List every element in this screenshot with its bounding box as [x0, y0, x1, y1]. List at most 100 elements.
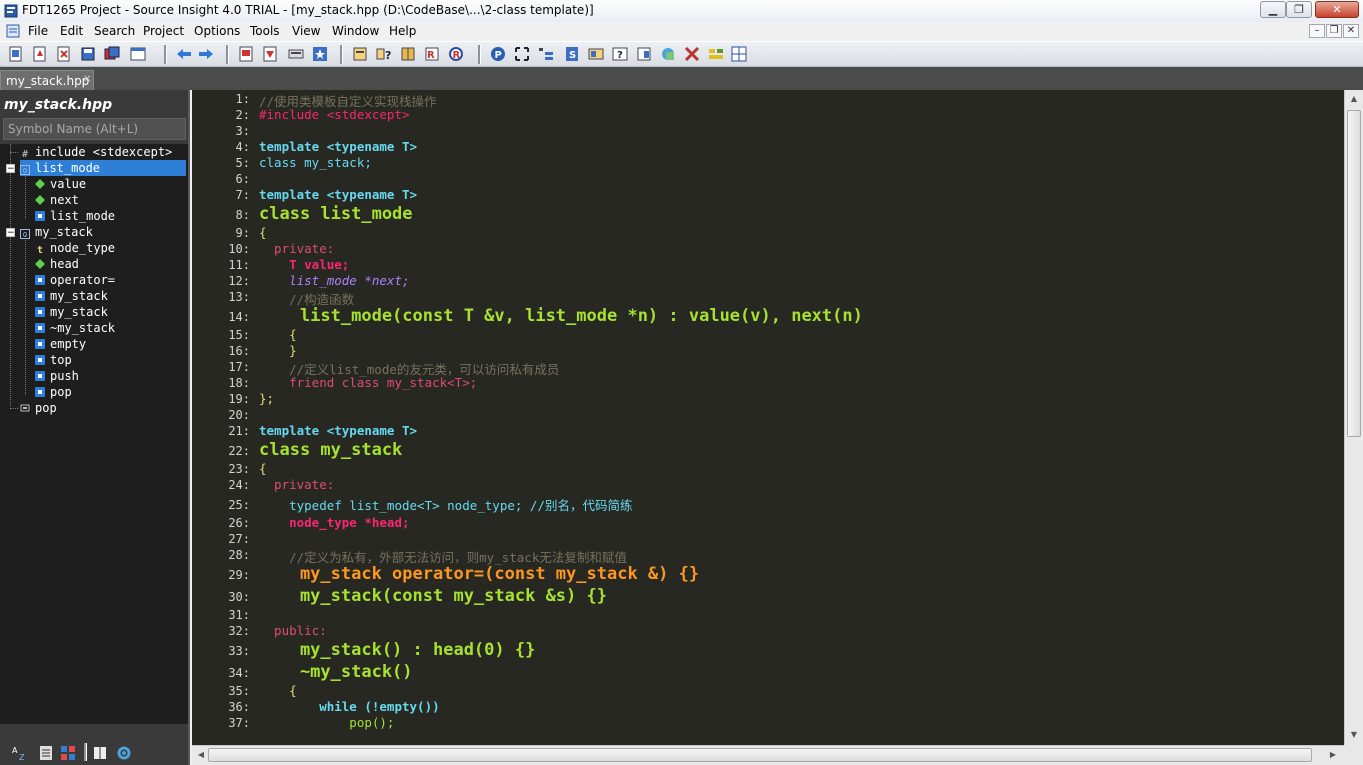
outline-icon[interactable]	[538, 46, 554, 62]
reference-icon[interactable]: R	[424, 46, 440, 62]
symbol-item[interactable]: operator=	[35, 272, 115, 288]
symbol-item[interactable]: value	[35, 176, 86, 192]
scroll-left-icon[interactable]: ◀	[194, 748, 208, 762]
line-number: 9:	[235, 226, 250, 240]
keyboard-icon[interactable]	[288, 46, 304, 62]
browse-icon[interactable]	[660, 46, 676, 62]
menu-tools[interactable]: Tools	[250, 24, 280, 38]
save-all-icon[interactable]	[104, 46, 120, 62]
vertical-scrollbar[interactable]: ▲ ▼	[1344, 90, 1363, 745]
symbol-item[interactable]: ~my_stack	[35, 320, 115, 336]
symbol-item[interactable]: next	[35, 192, 79, 208]
menu-window[interactable]: Window	[332, 24, 379, 38]
bookmark-icon[interactable]	[238, 46, 254, 62]
mdi-close-button[interactable]: ✕	[1343, 24, 1359, 38]
line-number: 21:	[228, 424, 250, 438]
menu-help[interactable]: Help	[389, 24, 416, 38]
window-list-icon[interactable]	[130, 46, 146, 62]
project-icon[interactable]: P	[490, 46, 506, 62]
symbol-item[interactable]: push	[35, 368, 79, 384]
symbol-item-selected[interactable]: Olist_mode	[20, 160, 186, 176]
grid-icon[interactable]	[731, 46, 747, 62]
jump-icon[interactable]	[262, 46, 278, 62]
context-icon[interactable]	[588, 46, 604, 62]
app-icon	[4, 4, 18, 18]
forward-arrow-icon[interactable]	[198, 46, 214, 62]
symbol-item[interactable]: t node_type	[35, 240, 115, 256]
tab-my-stack-hpp[interactable]: my_stack.hpp ✕	[0, 70, 94, 90]
symbol-item[interactable]: pop	[20, 400, 57, 416]
crossref-icon[interactable]	[684, 46, 700, 62]
menu-edit[interactable]: Edit	[60, 24, 83, 38]
scroll-down-icon[interactable]: ▼	[1347, 728, 1361, 742]
member-diamond-icon	[35, 179, 45, 189]
collapse-toggle[interactable]: −	[6, 164, 15, 174]
menu-search[interactable]: Search	[94, 24, 135, 38]
relation-icon[interactable]: R	[448, 46, 464, 62]
code-line-typedef: typedef list_mode<T> node_type; //别名，代码简…	[259, 498, 633, 513]
symbol-item[interactable]: my_stack	[35, 288, 108, 304]
minimize-button[interactable]: ▁	[1260, 1, 1286, 18]
lookup-icon[interactable]	[352, 46, 368, 62]
new-file-icon[interactable]	[8, 46, 24, 62]
function-icon	[20, 403, 30, 413]
open-file-icon[interactable]	[32, 46, 48, 62]
menu-file[interactable]: File	[28, 24, 48, 38]
symbol-window-icon[interactable]: S	[564, 46, 580, 62]
collapse-toggle[interactable]: −	[6, 228, 15, 238]
line-number: 30:	[228, 590, 250, 604]
gear-icon[interactable]	[116, 745, 132, 761]
horizontal-scroll-thumb[interactable]	[208, 748, 1312, 762]
scroll-right-icon[interactable]: ▶	[1326, 748, 1340, 762]
sort-alpha-icon[interactable]: AZ	[12, 745, 28, 761]
line-number: 2:	[235, 108, 250, 122]
star-icon[interactable]	[312, 46, 328, 62]
symbol-item[interactable]: head	[35, 256, 79, 272]
window-title: FDT1265 Project - Source Insight 4.0 TRI…	[22, 3, 594, 17]
symbol-item[interactable]: # include <stdexcept>	[20, 144, 172, 160]
toolbar: ? R R P S ?	[0, 41, 1363, 67]
typedef-icon: t	[36, 245, 44, 256]
tree-guide-line	[10, 408, 18, 409]
code-editor[interactable]: 1: 2: 3: 4: 5: 6: 7: 8: 9: 10: 11: 12: 1…	[192, 90, 1344, 745]
line-number: 10:	[228, 242, 250, 256]
mdi-minimize-button[interactable]: –	[1309, 24, 1325, 38]
menu-options[interactable]: Options	[194, 24, 240, 38]
help-lookup-icon[interactable]: ?	[376, 46, 392, 62]
category-icon[interactable]	[60, 745, 76, 761]
document-icon[interactable]	[6, 24, 20, 38]
query-icon[interactable]: ?	[612, 46, 628, 62]
clipboard-icon[interactable]	[636, 46, 652, 62]
symbol-item[interactable]: top	[35, 352, 72, 368]
symbol-item[interactable]: Omy_stack	[20, 224, 93, 240]
symbol-search-input[interactable]: Symbol Name (Alt+L)	[3, 118, 186, 140]
code-line-brace: {	[259, 461, 267, 476]
expand-icon[interactable]	[514, 46, 530, 62]
close-file-icon[interactable]	[56, 46, 72, 62]
code-line-access: private:	[259, 241, 335, 256]
menu-project[interactable]: Project	[143, 24, 184, 38]
symbol-item[interactable]: empty	[35, 336, 86, 352]
symbol-panel-toolbar: AZ	[0, 740, 188, 765]
tab-label: my_stack.hpp	[6, 74, 90, 88]
book-icon[interactable]	[400, 46, 416, 62]
vertical-scroll-thumb[interactable]	[1347, 110, 1361, 437]
line-number: 12:	[228, 274, 250, 288]
scroll-up-icon[interactable]: ▲	[1347, 92, 1361, 106]
symbol-item[interactable]: pop	[35, 384, 72, 400]
tab-close-icon[interactable]: ✕	[83, 74, 91, 85]
back-arrow-icon[interactable]	[176, 46, 192, 62]
menu-view[interactable]: View	[292, 24, 320, 38]
maximize-button[interactable]: ❐	[1286, 1, 1312, 18]
layout-icon[interactable]	[708, 46, 724, 62]
book-icon[interactable]	[92, 745, 108, 761]
mdi-restore-button[interactable]: ❐	[1326, 24, 1342, 38]
code-line-brace: };	[259, 391, 275, 406]
close-button[interactable]: ✕	[1315, 1, 1359, 18]
symbol-item[interactable]: list_mode	[35, 208, 115, 224]
list-view-icon[interactable]	[38, 745, 54, 761]
symbol-panel-filename: my_stack.hpp	[4, 97, 113, 113]
symbol-item[interactable]: my_stack	[35, 304, 108, 320]
horizontal-scrollbar[interactable]: ◀ ▶	[192, 745, 1344, 765]
save-icon[interactable]	[80, 46, 96, 62]
